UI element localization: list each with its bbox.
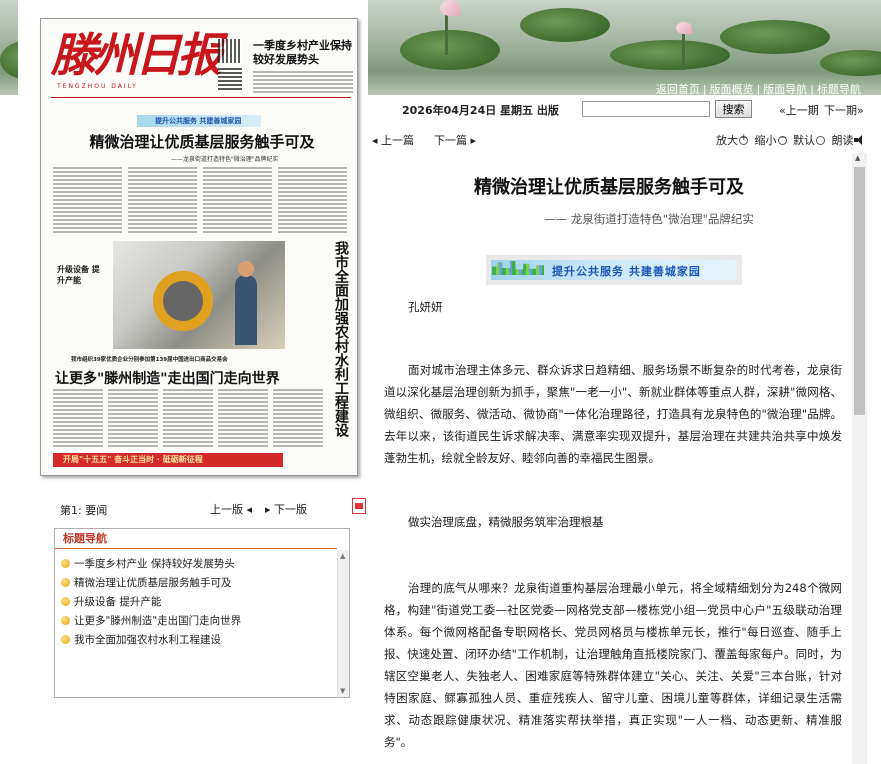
masthead-info-line <box>51 97 351 106</box>
article-banner-image: 提升公共服务 共建善城家园 <box>486 255 742 285</box>
double-arrow-left-icon: « <box>779 104 786 117</box>
current-page-label: 第1: 要闻 <box>60 504 108 517</box>
toc-item[interactable]: 一季度乡村产业 保持较好发展势头 <box>61 555 349 574</box>
article-author: 孔妍妍 <box>408 300 443 314</box>
toc-scrollbar[interactable] <box>337 550 349 697</box>
paper-text-columns <box>53 167 347 239</box>
bullet-icon <box>61 635 70 644</box>
toc-title: 标题导航 <box>55 529 337 549</box>
speaker-icon <box>853 135 863 145</box>
scrollbar-thumb[interactable] <box>854 167 865 415</box>
article-subtitle: —— 龙泉街道打造特色"微治理"品牌纪实 <box>544 212 754 226</box>
font-size-controls: 放大 缩小 默认 朗读 <box>716 132 863 148</box>
radio-icon <box>816 136 825 145</box>
zoom-in-button[interactable]: 放大 <box>716 133 751 147</box>
paper-blue-banner: 提升公共服务 共建善城家园 <box>137 115 261 127</box>
next-article-button[interactable]: 下一篇 ▸ <box>434 132 476 148</box>
zoom-out-icon <box>777 133 787 145</box>
qr-code-icon <box>218 66 242 90</box>
paper-side-headline: 升级设备 提升产能 <box>57 265 100 285</box>
paper-text-columns-lower <box>53 389 323 457</box>
toc-item[interactable]: 升级设备 提升产能 <box>61 593 349 612</box>
next-page-button[interactable]: ▸ 下一版 <box>265 501 307 517</box>
paper-mid-headline: 让更多"滕州制造"走出国门走向世界 <box>55 371 280 387</box>
scroll-up-icon[interactable]: ▲ <box>855 154 860 162</box>
pdf-download-icon[interactable] <box>352 498 366 514</box>
nav-home-link[interactable]: 返回首页 <box>656 83 700 95</box>
paper-main-subheadline: ——龙泉街道打造特色"微治理"品牌纪实 <box>171 156 279 163</box>
bullet-icon <box>61 578 70 587</box>
article-scrollbar[interactable]: ▲ <box>852 153 867 764</box>
article-paragraph: 治理的底气从哪来？龙泉街道重构基层治理最小单元，将全域精细划分为248个微网格，… <box>384 581 842 749</box>
prev-article-button[interactable]: ◂ 上一篇 <box>372 132 414 148</box>
paper-mid-kicker: 我市组织39家优质企业分别参加第139届中国进出口商品交易会 <box>71 357 228 363</box>
triangle-right-icon: ▸ <box>467 134 477 147</box>
newspaper-page-thumbnail[interactable]: 滕州日报 TENGZHOU DAILY 一季度乡村产业保持较好发展势头 提升公共… <box>40 18 358 476</box>
toc-item[interactable]: 让更多"滕州制造"走出国门走向世界 <box>61 612 349 631</box>
triangle-right-icon: ▸ <box>265 503 275 516</box>
top-nav: 返回首页 | 版面概览 | 版面导航 | 标题导航 <box>655 83 861 95</box>
article-section-heading: 做实治理底盘，精微服务筑牢治理根基 <box>408 515 604 529</box>
toc-item[interactable]: 我市全面加强农村水利工程建设 <box>61 631 349 650</box>
paper-top-right-story: 一季度乡村产业保持较好发展势头 <box>253 39 353 95</box>
search-button[interactable]: 搜索 <box>715 100 752 118</box>
left-panel: 滕州日报 TENGZHOU DAILY 一季度乡村产业保持较好发展势头 提升公共… <box>18 0 368 764</box>
nav-overview-link[interactable]: 版面概览 <box>710 83 754 95</box>
read-aloud-button[interactable]: 朗读 <box>832 134 863 147</box>
bullet-icon <box>61 597 70 606</box>
publish-date: 2026年04月24日 星期五 出版 <box>402 104 559 117</box>
paper-vertical-headline: 我市全面加强农村水利工程建设 <box>333 241 349 437</box>
toc-list: 一季度乡村产业 保持较好发展势头 精微治理让优质基层服务触手可及 升级设备 提升… <box>55 549 349 650</box>
triangle-left-icon: ◂ <box>243 503 253 516</box>
next-issue-button[interactable]: 下一期» <box>824 102 864 118</box>
page-pager: 第1: 要闻 上一版 ◂ ▸ 下一版 <box>58 498 368 517</box>
factory-photo <box>113 241 285 349</box>
triangle-left-icon: ◂ <box>372 134 382 147</box>
default-size-button[interactable]: 默认 <box>793 134 828 147</box>
bullet-icon <box>61 559 70 568</box>
qr-code-icon <box>218 39 242 63</box>
paper-main-headline: 精微治理让优质基层服务触手可及 <box>89 133 315 151</box>
nav-page-link[interactable]: 版面导航 <box>763 83 807 95</box>
paper-footer-banner: 开局"十五五" 奋斗正当时 · 砥砺新征程 <box>53 453 283 467</box>
prev-issue-button[interactable]: «上一期 <box>779 102 819 118</box>
article-title: 精微治理让优质基层服务触手可及 <box>474 177 744 198</box>
zoom-in-icon <box>739 133 748 145</box>
article-content: 精微治理让优质基层服务触手可及 —— 龙泉街道打造特色"微治理"品牌纪实 提升公… <box>374 151 844 764</box>
double-arrow-right-icon: » <box>857 104 864 117</box>
toc-item[interactable]: 精微治理让优质基层服务触手可及 <box>61 574 349 593</box>
zoom-out-button[interactable]: 缩小 <box>755 133 790 147</box>
date-bar: 2026年04月24日 星期五 出版 搜索 «上一期 下一期» <box>368 95 881 123</box>
title-navigation: 标题导航 一季度乡村产业 保持较好发展势头 精微治理让优质基层服务触手可及 升级… <box>54 528 350 698</box>
search-input[interactable] <box>582 101 710 117</box>
article-paragraph: 面对城市治理主体多元、群众诉求日趋精细、服务场景不断复杂的时代考卷，龙泉街道以深… <box>384 363 842 465</box>
bullet-icon <box>61 616 70 625</box>
article-toolbar: ◂ 上一篇 下一篇 ▸ 放大 缩小 默认 朗读 <box>368 130 881 148</box>
article-panel: 2026年04月24日 星期五 出版 搜索 «上一期 下一期» ◂ 上一篇 下一… <box>368 95 881 764</box>
prev-page-button[interactable]: 上一版 ◂ <box>210 501 252 517</box>
nav-title-link[interactable]: 标题导航 <box>817 83 861 95</box>
